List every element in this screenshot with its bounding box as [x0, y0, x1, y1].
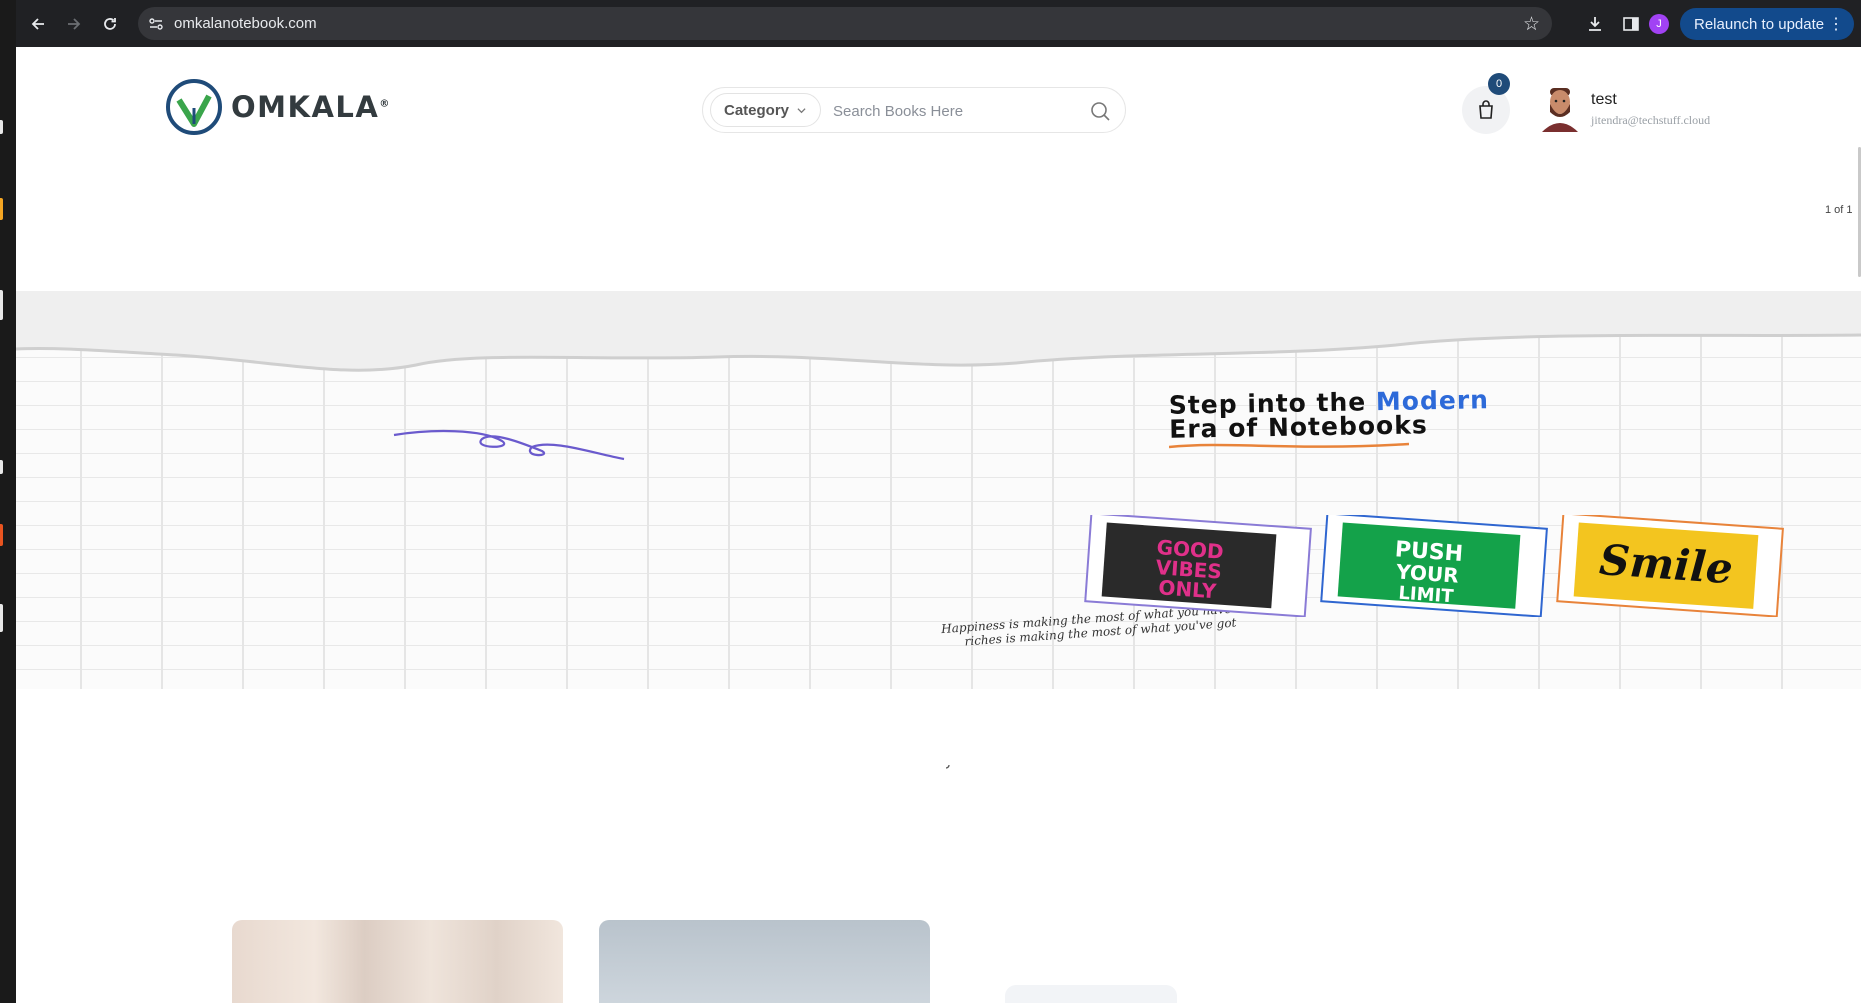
- download-icon: [1589, 17, 1601, 31]
- notebook-push-your-limit: PUSH YOUR LIMIT: [1320, 515, 1548, 617]
- side-panel-icon: [1623, 17, 1639, 31]
- orange-underline: [1169, 442, 1409, 449]
- relaunch-label: Relaunch to update: [1694, 15, 1825, 33]
- browser-toolbar: omkalanotebook.com ☆ J Relaunch to updat…: [16, 0, 1861, 47]
- search-input[interactable]: [831, 96, 1075, 126]
- site-info-icon[interactable]: [148, 16, 164, 32]
- notebook-good-vibes: GOOD VIBES ONLY: [1084, 515, 1312, 617]
- dock-indicator: [0, 460, 3, 474]
- dock-indicator: [0, 198, 3, 220]
- menu-dots-icon[interactable]: ⋮: [1828, 14, 1844, 34]
- cart-count-badge: 0: [1488, 73, 1510, 95]
- dock-indicator: [0, 604, 3, 632]
- side-panel-button[interactable]: [1619, 12, 1643, 36]
- notebook-smile: Smile: [1556, 515, 1784, 617]
- downloads-button[interactable]: [1583, 12, 1607, 36]
- search-icon[interactable]: [1089, 100, 1111, 122]
- url-text[interactable]: omkalanotebook.com: [174, 15, 317, 32]
- user-email: jitendra@techstuff.cloud: [1591, 113, 1711, 127]
- product-card-image[interactable]: [232, 920, 563, 1003]
- squiggle-doodle: [393, 430, 625, 461]
- category-label: Category: [724, 101, 790, 119]
- user-avatar[interactable]: [1537, 84, 1583, 132]
- desktop-dock-edge: [0, 0, 16, 1003]
- svg-text:ONLY: ONLY: [1158, 575, 1218, 603]
- search-bar: Category: [702, 87, 1126, 133]
- placeholder-pill: [1005, 985, 1177, 1003]
- category-dropdown[interactable]: Category: [710, 93, 821, 127]
- dock-indicator: [0, 120, 3, 134]
- dock-indicator: [0, 524, 3, 546]
- address-bar[interactable]: omkalanotebook.com ☆: [138, 7, 1552, 40]
- hero-banner[interactable]: Step into the Modern Era of Notebooks Ha…: [16, 291, 1861, 689]
- loading-spinner-icon: [945, 764, 950, 769]
- reload-button[interactable]: [96, 10, 124, 38]
- hero-headline: Step into the Modern Era of Notebooks: [1169, 385, 1490, 444]
- torn-paper-edge: [16, 291, 1861, 372]
- registered-mark: ®: [379, 98, 391, 110]
- web-page: OMKALA® Category 0 test jitendra@techstu…: [16, 47, 1861, 1003]
- forward-button[interactable]: [60, 10, 88, 38]
- logo-text: OMKALA®: [231, 90, 391, 124]
- reload-icon: [104, 18, 116, 30]
- bookmark-star-icon[interactable]: ☆: [1523, 13, 1540, 36]
- forward-icon: [68, 18, 81, 30]
- page-scrollbar[interactable]: [1857, 47, 1861, 1003]
- chevron-down-icon: [797, 107, 806, 113]
- user-name[interactable]: test: [1591, 91, 1617, 109]
- back-icon: [31, 18, 44, 30]
- logo-wordmark: OMKALA: [231, 90, 380, 124]
- relaunch-button[interactable]: Relaunch to update ⋮: [1680, 8, 1854, 40]
- profile-avatar[interactable]: J: [1649, 14, 1669, 34]
- omkala-logo-icon: [166, 79, 222, 135]
- shopping-bag-icon: [1479, 100, 1493, 119]
- carousel-counter: 1 of 1: [1825, 204, 1853, 216]
- site-logo[interactable]: OMKALA®: [165, 78, 391, 136]
- product-card-image[interactable]: [599, 920, 930, 1003]
- dock-indicator: [0, 290, 3, 320]
- back-button[interactable]: [24, 10, 52, 38]
- svg-text:Smile: Smile: [1598, 535, 1734, 593]
- svg-text:LIMIT: LIMIT: [1398, 583, 1455, 608]
